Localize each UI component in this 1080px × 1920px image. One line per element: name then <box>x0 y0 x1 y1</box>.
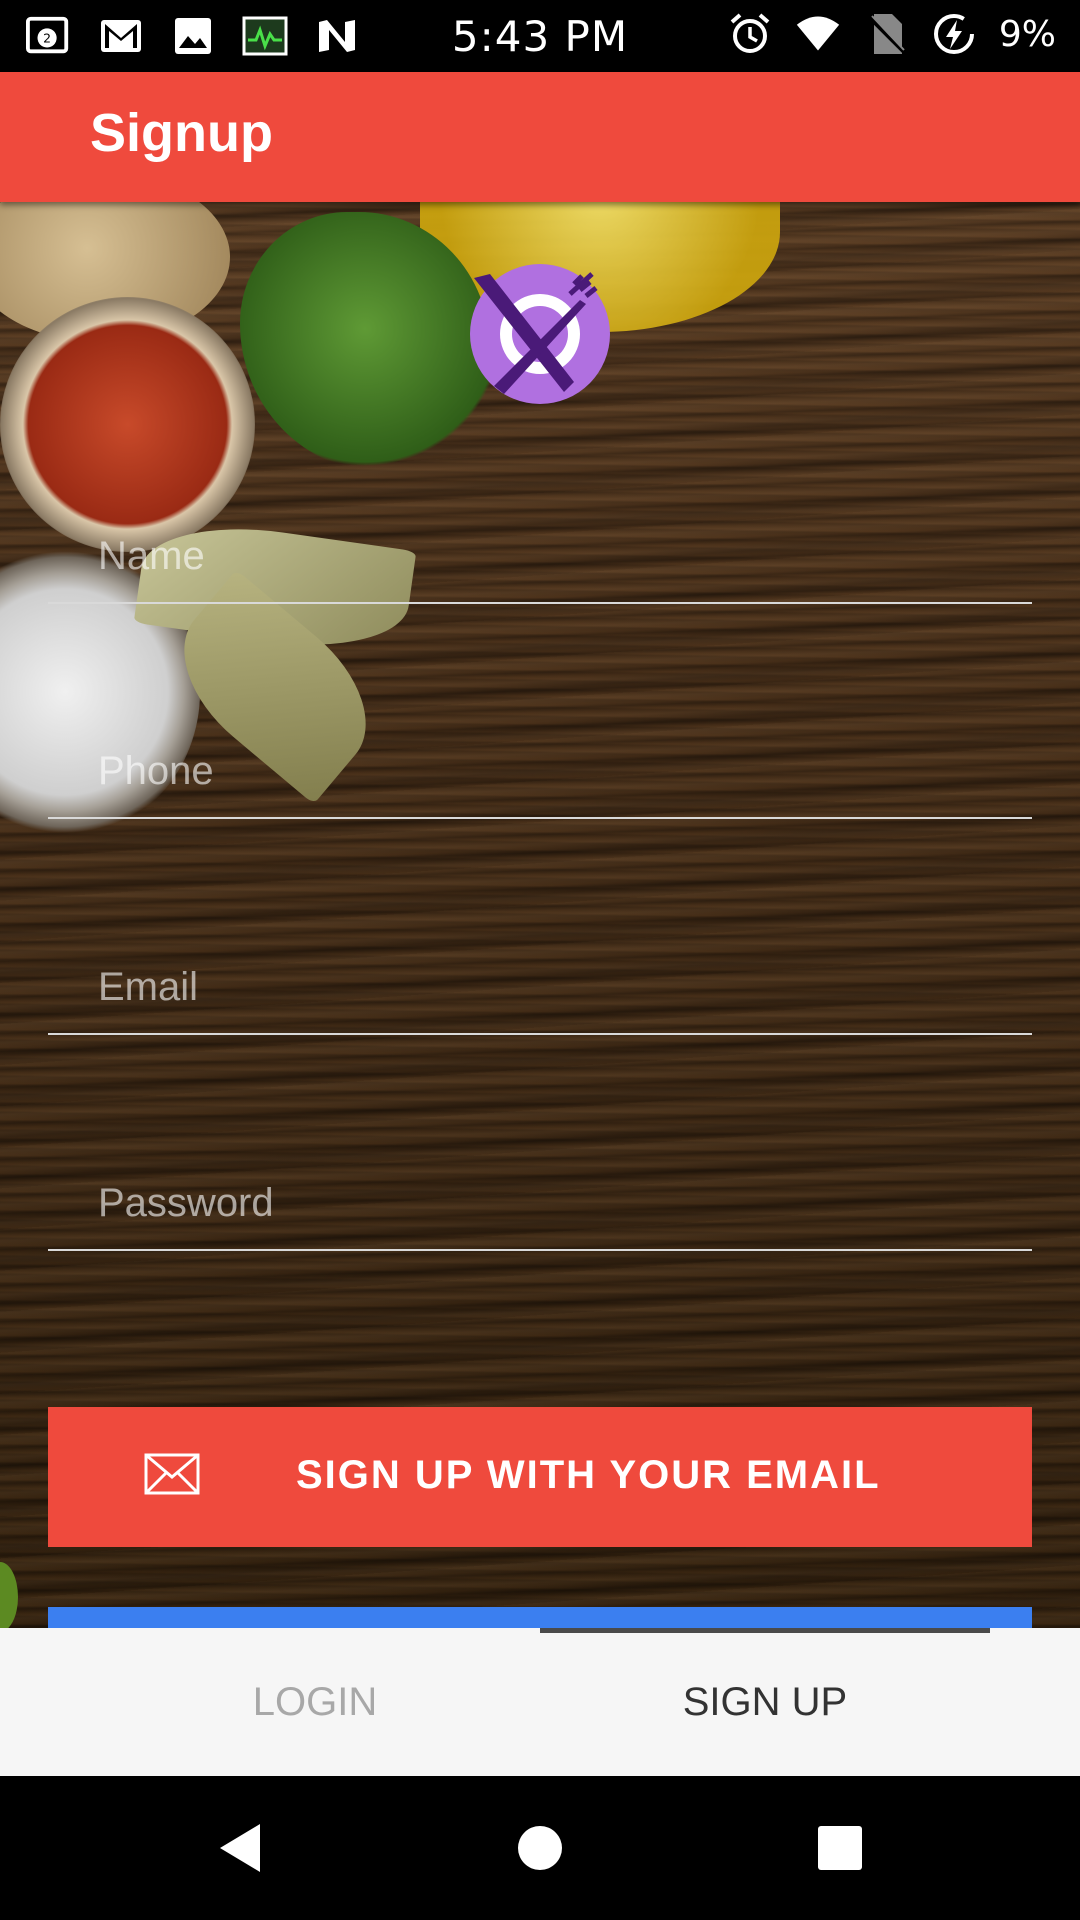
auth-tab-bar: LOGIN SIGN UP <box>0 1628 1080 1776</box>
battery-percent: 9% <box>998 13 1056 55</box>
tab-login[interactable]: LOGIN <box>0 1628 630 1776</box>
wifi-icon <box>795 12 841 56</box>
app-logo <box>470 264 610 404</box>
password-field[interactable] <box>48 1159 1032 1251</box>
name-field[interactable] <box>48 512 1032 604</box>
email-input[interactable] <box>96 943 1000 1031</box>
back-icon[interactable] <box>210 1816 274 1880</box>
home-icon[interactable] <box>508 1816 572 1880</box>
password-input[interactable] <box>96 1159 1000 1247</box>
phone-field[interactable] <box>48 727 1032 819</box>
no-sim-icon <box>863 12 909 56</box>
tab-login-label: LOGIN <box>252 1680 378 1724</box>
recents-icon[interactable] <box>808 1816 872 1880</box>
social-signup-button-partial[interactable] <box>48 1607 1032 1628</box>
tab-sign-up-label: SIGN UP <box>682 1680 848 1724</box>
pepper-decoration <box>0 1562 18 1628</box>
battery-charging-icon <box>931 12 977 56</box>
sign-up-with-email-button[interactable]: SIGN UP WITH YOUR EMAIL <box>48 1407 1032 1547</box>
phone-input[interactable] <box>96 727 1000 815</box>
envelope-icon <box>144 1453 200 1497</box>
status-system-icons: 9% <box>727 12 1056 56</box>
app-bar: Signup <box>0 72 1080 202</box>
signup-form-background: SIGN UP WITH YOUR EMAIL <box>0 202 1080 1628</box>
page-title: Signup <box>90 103 273 163</box>
email-field[interactable] <box>48 943 1032 1035</box>
name-input[interactable] <box>96 512 1000 600</box>
system-navigation-bar <box>0 1776 1080 1920</box>
tab-sign-up[interactable]: SIGN UP <box>540 1628 990 1776</box>
plate-fork-knife-icon <box>474 272 598 394</box>
alarm-icon <box>727 12 773 56</box>
status-bar: 2 5:43 PM 9% <box>0 0 1080 72</box>
sign-up-with-email-label: SIGN UP WITH YOUR EMAIL <box>296 1453 881 1497</box>
